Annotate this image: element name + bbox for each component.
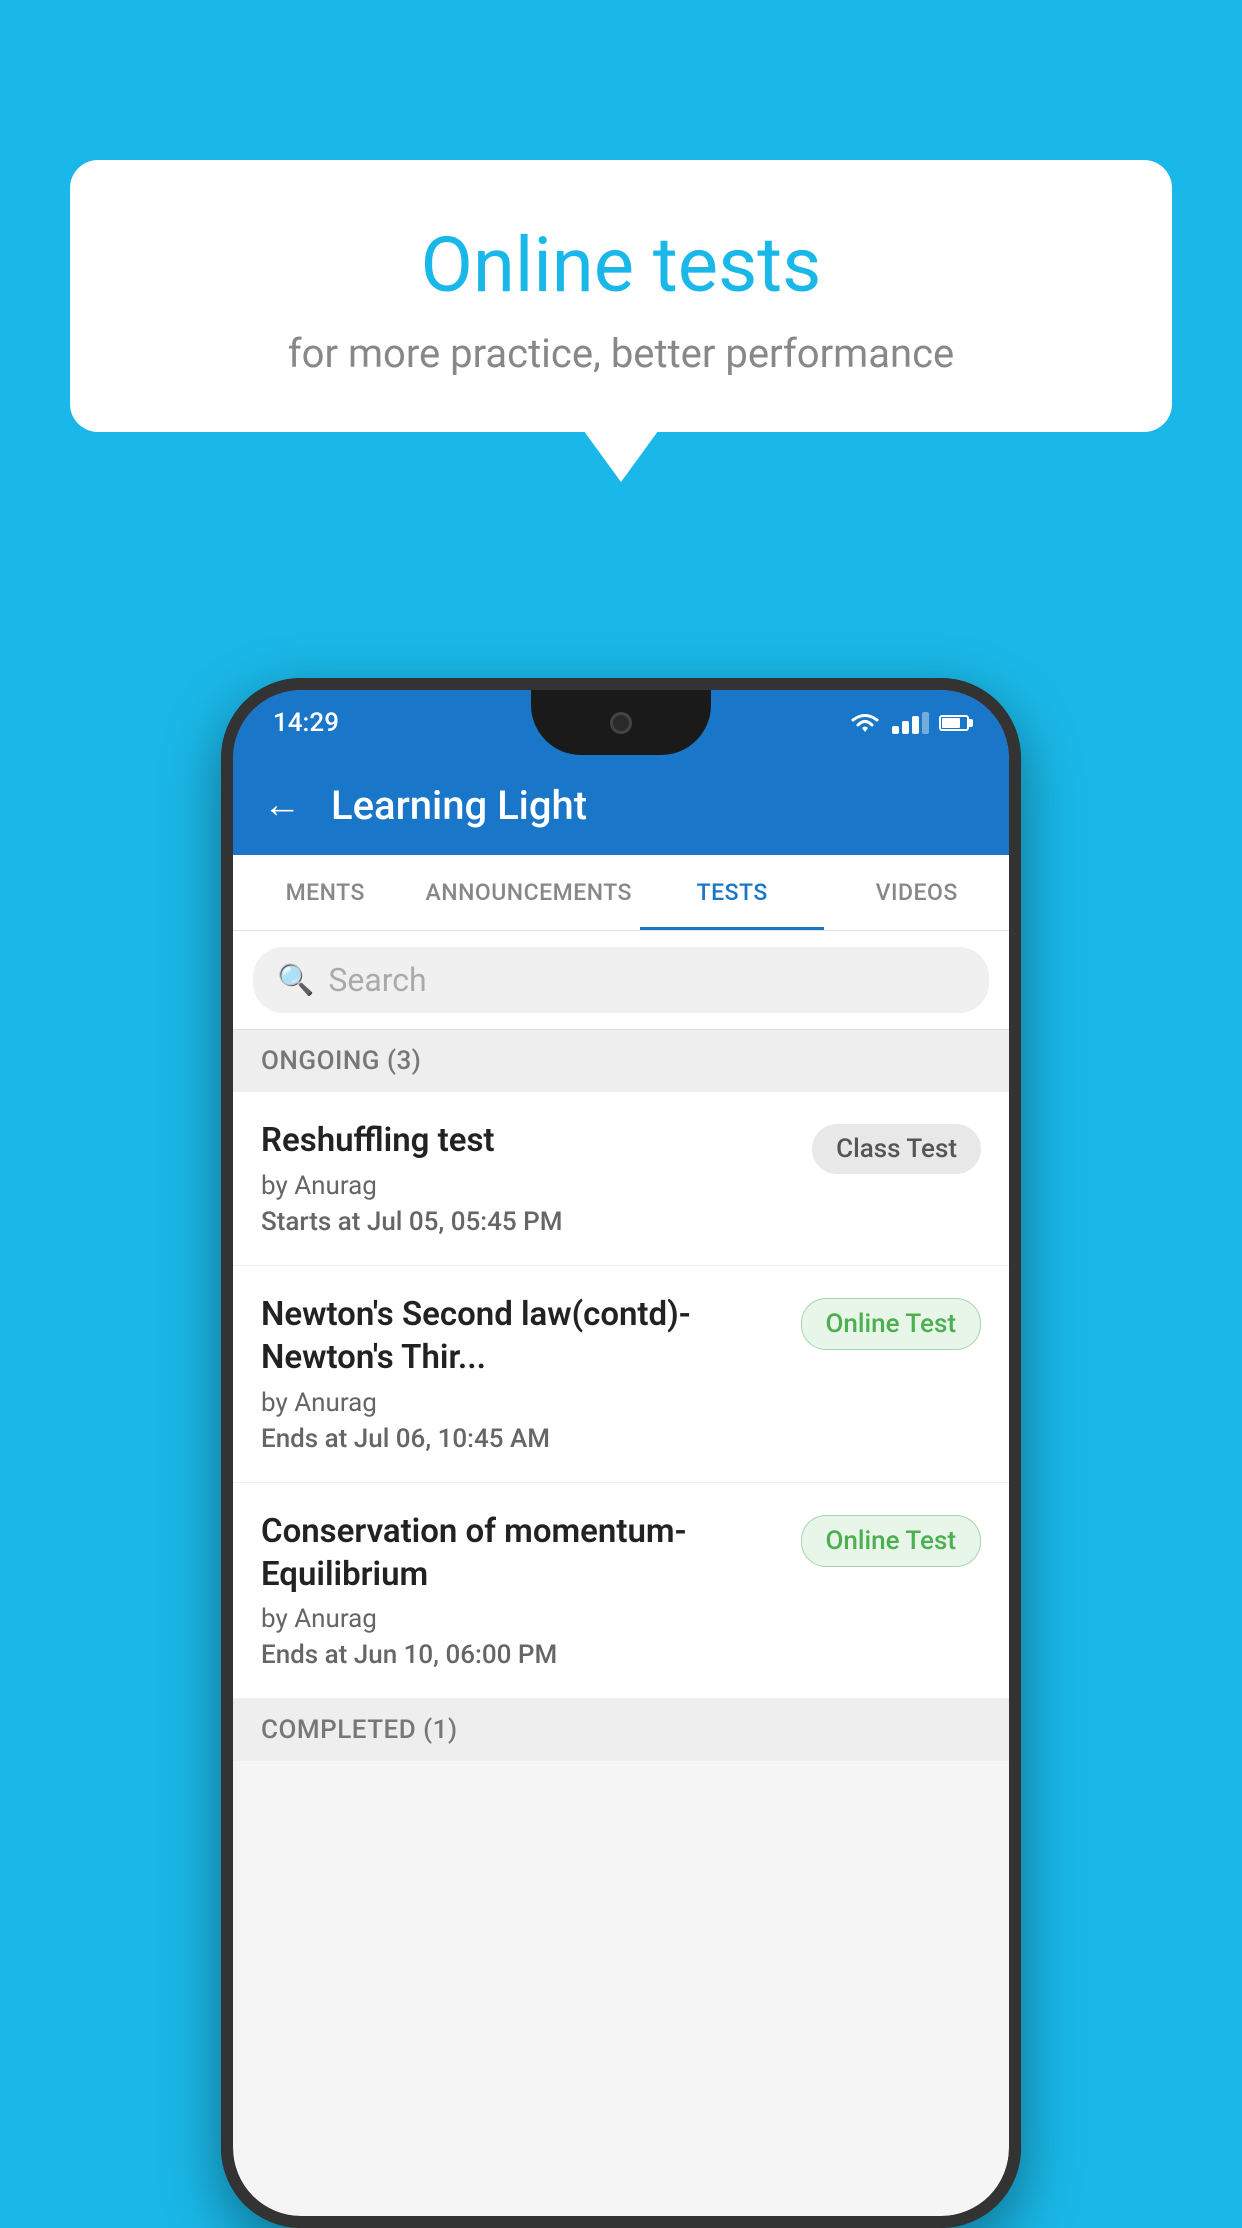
completed-section-header: COMPLETED (1) (233, 1699, 1009, 1761)
app-header: ← Learning Light (233, 755, 1009, 855)
test-badge: Class Test (812, 1124, 981, 1174)
search-placeholder: Search (328, 961, 426, 999)
tab-announcements[interactable]: ANNOUNCEMENTS (418, 855, 640, 930)
test-item[interactable]: Conservation of momentum-Equilibrium by … (233, 1483, 1009, 1700)
camera-dot (610, 712, 632, 734)
tab-tests[interactable]: TESTS (640, 855, 825, 930)
speech-bubble: Online tests for more practice, better p… (70, 160, 1172, 432)
search-icon: 🔍 (277, 963, 314, 998)
phone-screen: 14:29 (233, 690, 1009, 2216)
test-list: Reshuffling test by Anurag Starts at Jul… (233, 1092, 1009, 1699)
wifi-icon (848, 710, 882, 736)
status-time: 14:29 (273, 708, 339, 738)
test-info: Newton's Second law(contd)-Newton's Thir… (261, 1294, 801, 1454)
test-info: Reshuffling test by Anurag Starts at Jul… (261, 1120, 812, 1237)
app-title: Learning Light (331, 782, 587, 829)
tabs-container: MENTS ANNOUNCEMENTS TESTS VIDEOS (233, 855, 1009, 931)
status-icons (848, 710, 969, 736)
test-name: Reshuffling test (261, 1120, 792, 1163)
test-time: Ends at Jun 10, 06:00 PM (261, 1640, 781, 1670)
status-bar: 14:29 (233, 690, 1009, 755)
bubble-subtitle: for more practice, better performance (150, 330, 1092, 377)
battery-icon (939, 715, 969, 731)
search-bar[interactable]: 🔍 Search (253, 947, 989, 1013)
search-container: 🔍 Search (233, 931, 1009, 1030)
test-item[interactable]: Reshuffling test by Anurag Starts at Jul… (233, 1092, 1009, 1266)
speech-bubble-container: Online tests for more practice, better p… (70, 160, 1172, 432)
ongoing-section-title: ONGOING (3) (261, 1046, 421, 1076)
tab-videos[interactable]: VIDEOS (824, 855, 1009, 930)
test-item[interactable]: Newton's Second law(contd)-Newton's Thir… (233, 1266, 1009, 1483)
test-time: Starts at Jul 05, 05:45 PM (261, 1207, 792, 1237)
phone-wrapper: 14:29 (221, 678, 1021, 2228)
notch (531, 690, 711, 755)
test-time: Ends at Jul 06, 10:45 AM (261, 1424, 781, 1454)
phone-frame: 14:29 (221, 678, 1021, 2228)
test-author: by Anurag (261, 1604, 781, 1634)
tab-ments[interactable]: MENTS (233, 855, 418, 930)
signal-bars (892, 712, 929, 734)
test-badge: Online Test (801, 1298, 982, 1350)
test-author: by Anurag (261, 1171, 792, 1201)
ongoing-section-header: ONGOING (3) (233, 1030, 1009, 1092)
bubble-title: Online tests (150, 220, 1092, 310)
test-name: Conservation of momentum-Equilibrium (261, 1511, 781, 1597)
completed-section-title: COMPLETED (1) (261, 1715, 458, 1745)
test-name: Newton's Second law(contd)-Newton's Thir… (261, 1294, 781, 1380)
back-button[interactable]: ← (263, 783, 301, 827)
test-author: by Anurag (261, 1388, 781, 1418)
test-info: Conservation of momentum-Equilibrium by … (261, 1511, 801, 1671)
test-badge: Online Test (801, 1515, 982, 1567)
